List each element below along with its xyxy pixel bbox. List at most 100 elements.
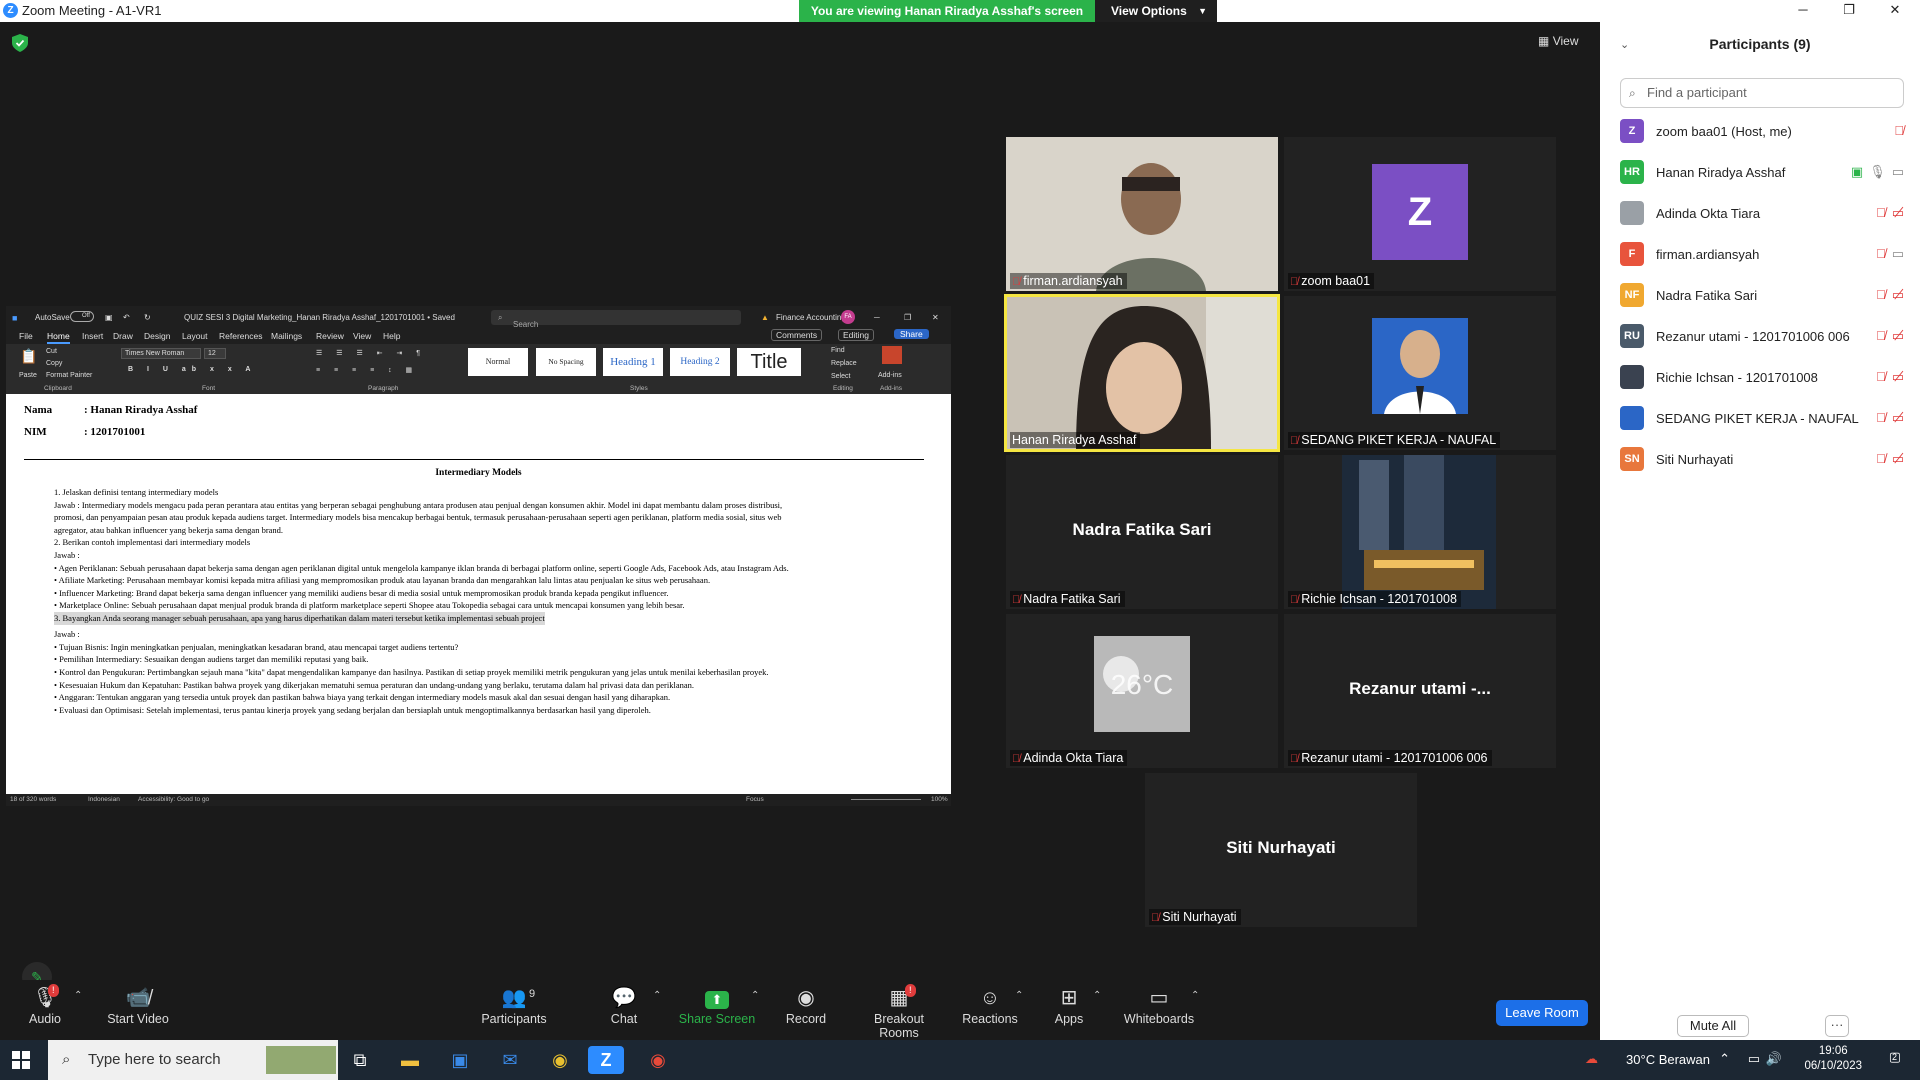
participant-row[interactable]: Adinda Okta Tiara 🎙̸▭̸: [1620, 196, 1910, 230]
addins-button-label[interactable]: Add-ins: [878, 372, 902, 379]
word-restore-button[interactable]: ❐: [904, 313, 911, 322]
tab-insert[interactable]: Insert: [82, 331, 103, 341]
record-button[interactable]: ◉ Record: [761, 984, 851, 1026]
leave-room-button[interactable]: Leave Room: [1496, 1000, 1588, 1026]
autosave-toggle[interactable]: Off: [70, 311, 94, 322]
font-format-buttons[interactable]: B I U ab x x A: [128, 366, 256, 373]
font-name-select[interactable]: Times New Roman: [121, 348, 201, 359]
mute-all-button[interactable]: Mute All: [1677, 1015, 1749, 1037]
style-heading-2[interactable]: Heading 2: [670, 348, 730, 376]
account-avatar[interactable]: FA: [841, 310, 855, 324]
show-hidden-icons-caret[interactable]: ⌃: [1719, 1051, 1730, 1067]
participant-status-icons[interactable]: 🎙̸▭̸: [1876, 328, 1910, 344]
chrome-icon[interactable]: ◉: [542, 1046, 578, 1074]
start-video-button[interactable]: 📹̸ Start Video: [93, 984, 183, 1026]
participant-row[interactable]: Z zoom baa01 (Host, me) 🎙̸: [1620, 114, 1910, 148]
style-normal[interactable]: Normal: [468, 348, 528, 376]
notification-center-icon[interactable]: ▢2: [1889, 1049, 1906, 1065]
whiteboards-options-caret[interactable]: ⌃: [1191, 990, 1199, 1001]
save-icon[interactable]: ▣: [105, 313, 113, 322]
addins-icon[interactable]: [882, 346, 902, 364]
apps-options-caret[interactable]: ⌃: [1093, 990, 1101, 1001]
replace-button[interactable]: Replace: [831, 360, 857, 367]
format-painter-button[interactable]: Format Painter: [46, 372, 92, 379]
share-options-caret[interactable]: ⌃: [751, 990, 759, 1001]
style-no-spacing[interactable]: No Spacing: [536, 348, 596, 376]
participant-row[interactable]: NF Nadra Fatika Sari 🎙̸▭̸: [1620, 278, 1910, 312]
language-indicator[interactable]: Indonesian: [88, 796, 120, 803]
participant-row[interactable]: SN Siti Nurhayati 🎙̸▭̸: [1620, 442, 1910, 476]
video-tile-active-speaker[interactable]: Hanan Riradya Asshaf: [1004, 294, 1280, 452]
participant-row[interactable]: HR Hanan Riradya Asshaf ▣🎙▭: [1620, 155, 1910, 189]
participant-status-icons[interactable]: 🎙̸▭̸: [1876, 451, 1910, 467]
tab-layout[interactable]: Layout: [182, 331, 208, 341]
chrome-profile-icon[interactable]: ◉: [640, 1046, 676, 1074]
windows-start-icon[interactable]: [12, 1051, 30, 1069]
video-tile[interactable]: Z 🎙̸ zoom baa01: [1284, 137, 1556, 291]
document-title[interactable]: QUIZ SESI 3 Digital Marketing_Hanan Rira…: [184, 313, 455, 322]
mail-icon[interactable]: ✉: [492, 1046, 528, 1074]
breakout-rooms-button[interactable]: ▦! Breakout Rooms: [853, 984, 945, 1040]
close-button[interactable]: ✕: [1872, 0, 1918, 22]
style-title[interactable]: Title: [737, 348, 801, 376]
word-close-button[interactable]: ✕: [932, 313, 939, 322]
paste-label[interactable]: Paste: [19, 372, 37, 379]
video-tile[interactable]: 26°C 🎙̸ Adinda Okta Tiara: [1006, 614, 1278, 768]
participants-button[interactable]: 👥 9 Participants: [469, 984, 559, 1026]
redo-icon[interactable]: ↻: [144, 313, 151, 322]
mic-muted-icon[interactable]: 🎙̸: [1894, 123, 1910, 138]
accessibility-status[interactable]: Accessibility: Good to go: [138, 796, 209, 803]
find-participant-input[interactable]: ⌕ Find a participant: [1620, 78, 1904, 108]
tab-draw[interactable]: Draw: [113, 331, 133, 341]
more-options-button[interactable]: ···: [1825, 1015, 1849, 1037]
view-button[interactable]: ▦ View: [1538, 34, 1578, 48]
participant-row[interactable]: F firman.ardiansyah 🎙̸▭: [1620, 237, 1910, 271]
font-size-select[interactable]: 12: [204, 348, 226, 359]
file-explorer-icon[interactable]: ▬: [392, 1046, 428, 1074]
tab-home[interactable]: Home: [47, 331, 70, 344]
volume-icon[interactable]: 🔊: [1766, 1051, 1782, 1067]
weather-text[interactable]: 30°C Berawan: [1626, 1052, 1710, 1067]
participant-status-icons[interactable]: 🎙̸▭̸: [1876, 205, 1910, 221]
video-tile[interactable]: Siti Nurhayati 🎙̸ Siti Nurhayati: [1145, 773, 1417, 927]
view-options-button[interactable]: View Options ▼: [1095, 0, 1217, 22]
network-icon[interactable]: ▭: [1748, 1051, 1760, 1067]
tab-references[interactable]: References: [219, 331, 262, 341]
align-buttons[interactable]: ≡ ≡ ≡ ≡ ↕ ▦: [316, 366, 418, 374]
clock[interactable]: 19:06 06/10/2023: [1804, 1044, 1862, 1074]
chat-options-caret[interactable]: ⌃: [653, 990, 661, 1001]
task-view-icon[interactable]: ⧉: [342, 1046, 378, 1074]
find-button[interactable]: Find: [831, 347, 845, 354]
focus-button[interactable]: Focus: [746, 796, 764, 803]
tab-view[interactable]: View: [353, 331, 371, 341]
copy-button[interactable]: Copy: [46, 360, 62, 367]
style-heading-1[interactable]: Heading 1: [603, 348, 663, 376]
share-button[interactable]: Share: [894, 329, 929, 339]
minimize-button[interactable]: ─: [1780, 0, 1826, 22]
word-search-box[interactable]: ⌕ Search: [491, 310, 741, 329]
participant-row[interactable]: SEDANG PIKET KERJA - NAUFAL 🎙̸▭̸: [1620, 401, 1910, 435]
zoom-level[interactable]: 100%: [931, 796, 948, 803]
undo-icon[interactable]: ↶: [123, 313, 130, 322]
list-buttons[interactable]: ☰ ☰ ☰ ⇤ ⇥ ¶: [316, 349, 426, 357]
paste-icon[interactable]: 📋: [20, 348, 37, 365]
comments-button[interactable]: Comments: [771, 329, 823, 341]
tab-file[interactable]: File: [19, 331, 33, 341]
video-tile[interactable]: Rezanur utami -... 🎙̸ Rezanur utami - 120…: [1284, 614, 1556, 768]
participant-status-icons[interactable]: 🎙̸▭̸: [1876, 369, 1910, 385]
select-button[interactable]: Select: [831, 373, 850, 380]
zoom-taskbar-icon[interactable]: Z: [588, 1046, 624, 1074]
video-tile[interactable]: 🎙̸ SEDANG PIKET KERJA - NAUFAL: [1284, 296, 1556, 450]
tab-mailings[interactable]: Mailings: [271, 331, 302, 341]
word-minimize-button[interactable]: ─: [874, 313, 880, 322]
zoom-slider[interactable]: [851, 799, 921, 800]
editing-mode-button[interactable]: Editing: [838, 329, 874, 341]
video-tile[interactable]: 🎙̸ Richie Ichsan - 1201701008: [1284, 455, 1556, 609]
document-page[interactable]: Nama : Hanan Riradya Asshaf NIM : 120170…: [6, 394, 951, 794]
participant-status-icons[interactable]: 🎙̸▭: [1876, 246, 1910, 262]
participant-status-icons[interactable]: 🎙̸▭̸: [1876, 410, 1910, 426]
tab-help[interactable]: Help: [383, 331, 400, 341]
participant-row[interactable]: RU Rezanur utami - 1201701006 006 🎙̸▭̸: [1620, 319, 1910, 353]
audio-options-caret[interactable]: ⌃: [74, 990, 82, 1001]
microsoft-store-icon[interactable]: ▣: [442, 1046, 478, 1074]
